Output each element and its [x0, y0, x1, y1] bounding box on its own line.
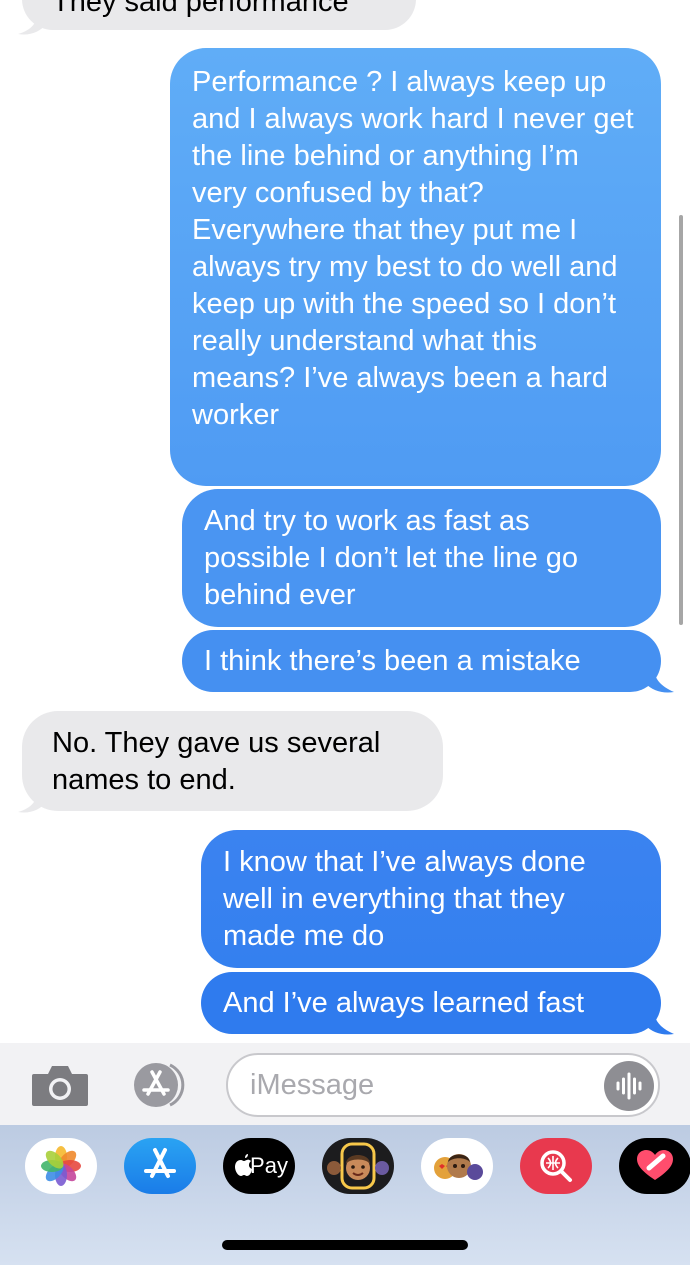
bubble-tail: [646, 668, 674, 693]
message-text: I know that I’ve always done well in eve…: [223, 846, 586, 952]
message-text: I think there’s been a mistake: [204, 645, 581, 677]
app-store-icon[interactable]: [130, 1060, 192, 1110]
app-store-icon[interactable]: [124, 1138, 196, 1194]
photos-icon[interactable]: [25, 1138, 97, 1194]
audio-waveform-icon[interactable]: [604, 1061, 654, 1111]
memoji-stickers-icon[interactable]: [421, 1138, 493, 1194]
message-text: They said performance: [52, 0, 349, 18]
message-input-placeholder: iMessage: [250, 1069, 375, 1101]
home-indicator[interactable]: [222, 1240, 468, 1250]
bubble-tail: [18, 10, 46, 35]
image-search-icon[interactable]: [520, 1138, 592, 1194]
bubble-tail: [646, 1010, 674, 1035]
message-bubble-sent[interactable]: And I’ve always learned fast: [201, 972, 661, 1034]
bubble-tail: [18, 788, 46, 813]
scroll-indicator[interactable]: [679, 215, 683, 625]
apple-pay-icon[interactable]: Pay: [223, 1138, 295, 1194]
apple-pay-label: Pay: [250, 1153, 288, 1178]
message-bubble-received[interactable]: No. They gave us several names to end.: [22, 711, 443, 811]
message-bubble-received[interactable]: They said performance: [22, 0, 416, 30]
message-bubble-sent[interactable]: Performance ? I always keep up and I alw…: [170, 48, 661, 486]
message-bubble-sent[interactable]: I think there’s been a mistake: [182, 630, 661, 692]
camera-icon[interactable]: [30, 1062, 90, 1108]
message-text: And I’ve always learned fast: [223, 987, 585, 1019]
digital-touch-icon[interactable]: [619, 1138, 690, 1194]
memoji-icon[interactable]: [322, 1138, 394, 1194]
message-text: Performance ? I always keep up and I alw…: [192, 66, 634, 431]
message-bubble-sent[interactable]: And try to work as fast as possible I do…: [182, 489, 661, 627]
message-text: And try to work as fast as possible I do…: [204, 505, 579, 611]
message-bubble-sent[interactable]: I know that I’ve always done well in eve…: [201, 830, 661, 968]
message-text: No. They gave us several names to end.: [52, 727, 381, 796]
